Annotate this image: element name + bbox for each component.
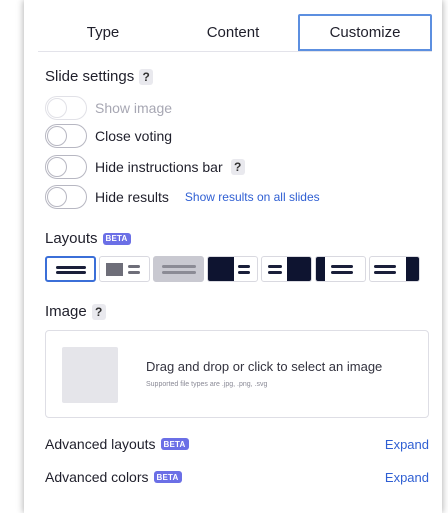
toggle-knob	[47, 126, 67, 146]
layout-text-centered[interactable]	[45, 256, 96, 282]
toggle-row-show-image: Show image	[45, 95, 172, 121]
layout-bar	[331, 265, 353, 268]
advanced-colors-row: Advanced colors BETA Expand	[45, 469, 429, 485]
layouts-heading: Layouts BETA	[45, 230, 131, 247]
advanced-colors-expand-link[interactable]: Expand	[385, 470, 429, 485]
dropzone-title: Drag and drop or click to select an imag…	[146, 359, 383, 374]
dropzone-subtitle: Supported file types are .jpg, .png, .sv…	[146, 381, 268, 388]
layouts-beta-badge: BETA	[102, 232, 131, 245]
layout-bar	[56, 271, 86, 274]
show-results-all-slides-link[interactable]: Show results on all slides	[185, 190, 320, 204]
toggle-knob	[47, 187, 67, 207]
tab-type[interactable]: Type	[38, 14, 168, 51]
show-image-label: Show image	[95, 100, 173, 116]
layout-bar	[128, 271, 140, 274]
layout-image-block	[316, 257, 325, 281]
layout-split-right-dark[interactable]	[369, 256, 420, 282]
layout-bar	[331, 271, 353, 274]
tab-content[interactable]: Content	[168, 14, 298, 51]
advanced-colors-beta-badge: BETA	[153, 471, 182, 483]
customize-panel: Type Content Customize Slide settings ? …	[24, 0, 442, 513]
layout-image-block	[106, 263, 123, 276]
layout-image-left[interactable]	[99, 256, 150, 282]
close-voting-toggle[interactable]	[45, 124, 87, 148]
layout-options	[45, 256, 420, 282]
hide-instructions-label: Hide instructions bar	[95, 159, 223, 175]
toggle-knob	[47, 157, 67, 177]
layout-split-left-dark[interactable]	[315, 256, 366, 282]
layout-bar	[268, 265, 282, 268]
layout-bar	[374, 265, 396, 268]
advanced-layouts-row: Advanced layouts BETA Expand	[45, 436, 429, 452]
toggle-row-hide-instructions: Hide instructions bar ?	[45, 154, 245, 180]
close-voting-label: Close voting	[95, 128, 173, 144]
image-title: Image	[45, 303, 87, 320]
advanced-layouts-beta-badge: BETA	[160, 438, 189, 450]
hide-instructions-toggle[interactable]	[45, 155, 87, 179]
layout-bar	[56, 266, 86, 269]
layout-bar	[162, 265, 196, 268]
layout-image-right-dark[interactable]	[261, 256, 312, 282]
layout-bar	[128, 265, 140, 268]
layout-bar	[268, 271, 282, 274]
image-heading: Image ?	[45, 303, 106, 320]
layout-image-block	[406, 257, 419, 281]
advanced-layouts-label: Advanced layouts	[45, 436, 156, 452]
layout-bar	[374, 271, 396, 274]
layout-image-block	[208, 257, 234, 281]
advanced-layouts-expand-link[interactable]: Expand	[385, 437, 429, 452]
slide-settings-help-icon[interactable]: ?	[139, 68, 154, 85]
image-dropzone[interactable]: Drag and drop or click to select an imag…	[45, 330, 429, 418]
hide-instructions-help-icon[interactable]: ?	[230, 159, 245, 175]
slide-settings-title: Slide settings	[45, 68, 135, 85]
layout-bar	[162, 271, 196, 274]
layouts-title: Layouts	[45, 230, 98, 247]
advanced-colors-label: Advanced colors	[45, 469, 149, 485]
layout-image-block	[287, 257, 311, 281]
image-help-icon[interactable]: ?	[91, 303, 106, 320]
hide-results-toggle[interactable]	[45, 185, 87, 209]
layout-bar	[238, 271, 250, 274]
hide-results-label: Hide results	[95, 189, 169, 205]
layout-image-background[interactable]	[153, 256, 204, 282]
layout-bar	[238, 265, 250, 268]
toggle-knob	[47, 98, 67, 118]
tab-bar: Type Content Customize	[38, 14, 432, 52]
image-placeholder-thumbnail	[62, 347, 118, 403]
tab-customize[interactable]: Customize	[298, 14, 432, 51]
show-image-toggle	[45, 96, 87, 120]
toggle-row-hide-results: Hide results Show results on all slides	[45, 184, 320, 210]
toggle-row-close-voting: Close voting	[45, 123, 172, 149]
layout-image-left-dark[interactable]	[207, 256, 258, 282]
slide-settings-heading: Slide settings ?	[45, 68, 154, 85]
